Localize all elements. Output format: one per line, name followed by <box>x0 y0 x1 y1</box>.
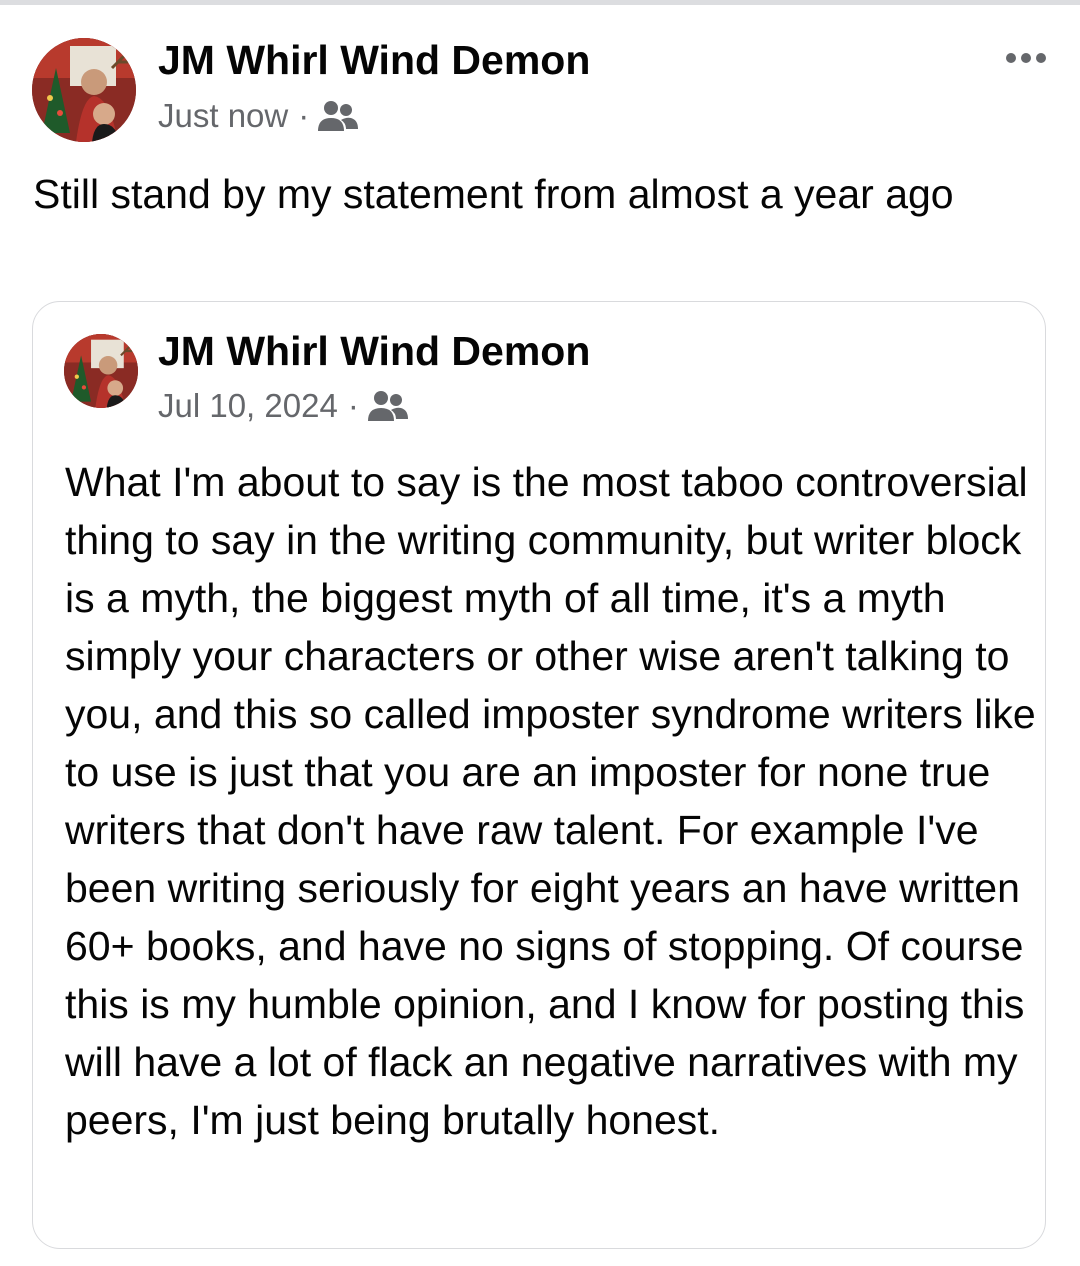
more-dot <box>1021 53 1031 63</box>
author-avatar[interactable] <box>32 38 136 142</box>
more-horizontal-icon <box>1006 53 1016 63</box>
post-meta: Just now · <box>158 94 359 138</box>
friends-icon[interactable] <box>317 99 359 133</box>
shared-post-timestamp[interactable]: Jul 10, 2024 <box>158 387 338 425</box>
post-text: Still stand by my statement from almost … <box>33 171 954 217</box>
shared-author-name[interactable]: JM Whirl Wind Demon <box>158 327 590 375</box>
shared-author-avatar[interactable] <box>64 334 138 408</box>
post: JM Whirl Wind Demon Just now · Still sta… <box>0 0 1080 1266</box>
shared-post-meta: Jul 10, 2024 · <box>158 384 409 428</box>
more-dot <box>1036 53 1046 63</box>
more-options-button[interactable] <box>998 38 1054 78</box>
post-timestamp[interactable]: Just now <box>158 97 288 135</box>
meta-separator: · <box>298 97 310 134</box>
meta-separator: · <box>347 387 359 424</box>
friends-icon[interactable] <box>367 389 409 423</box>
author-name[interactable]: JM Whirl Wind Demon <box>158 36 590 84</box>
shared-post-text: What I'm about to say is the most taboo … <box>65 459 1036 1143</box>
